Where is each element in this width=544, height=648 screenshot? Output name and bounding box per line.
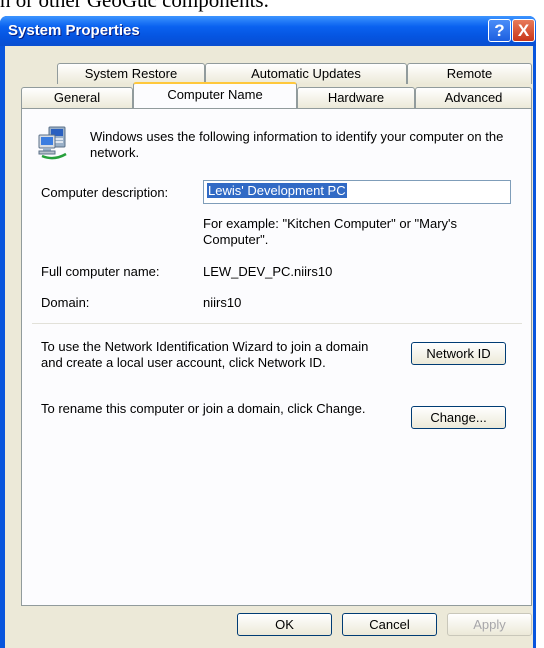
intro-text: Windows uses the following information t… xyxy=(90,129,504,160)
change-button[interactable]: Change... xyxy=(411,406,506,429)
background-page-text: n or other GeoGuc components. xyxy=(0,0,269,12)
computer-network-icon xyxy=(36,125,72,161)
tab-system-restore[interactable]: System Restore xyxy=(57,63,205,84)
tab-remote[interactable]: Remote xyxy=(407,63,532,84)
cancel-button[interactable]: Cancel xyxy=(342,613,437,636)
close-button[interactable]: X xyxy=(512,19,535,42)
help-icon: ? xyxy=(494,21,505,40)
computer-description-value: Lewis' Development PC xyxy=(207,183,347,198)
tab-general[interactable]: General xyxy=(21,87,133,108)
ok-button[interactable]: OK xyxy=(237,613,332,636)
apply-button: Apply xyxy=(447,613,532,636)
computer-description-input[interactable]: Lewis' Development PC xyxy=(203,180,511,204)
rename-instructions: To rename this computer or join a domain… xyxy=(41,401,366,416)
full-computer-name-label: Full computer name: xyxy=(41,264,160,279)
tab-advanced[interactable]: Advanced xyxy=(415,87,532,108)
network-id-instructions: To use the Network Identification Wizard… xyxy=(41,339,369,370)
separator xyxy=(32,323,522,324)
tab-hardware[interactable]: Hardware xyxy=(297,87,415,108)
window-title: System Properties xyxy=(8,22,140,39)
network-id-button[interactable]: Network ID xyxy=(411,342,506,365)
tab-panel: Windows uses the following information t… xyxy=(21,108,532,606)
example-text: For example: "Kitchen Computer" or "Mary… xyxy=(203,216,458,247)
tab-computer-name[interactable]: Computer Name xyxy=(133,82,297,108)
domain-value: niirs10 xyxy=(203,295,242,310)
domain-label: Domain: xyxy=(41,295,90,310)
full-computer-name-value: LEW_DEV_PC.niirs10 xyxy=(203,264,333,279)
computer-description-label: Computer description: xyxy=(41,185,169,200)
help-button[interactable]: ? xyxy=(488,19,511,42)
close-icon: X xyxy=(517,21,530,40)
tab-automatic-updates[interactable]: Automatic Updates xyxy=(205,63,407,84)
